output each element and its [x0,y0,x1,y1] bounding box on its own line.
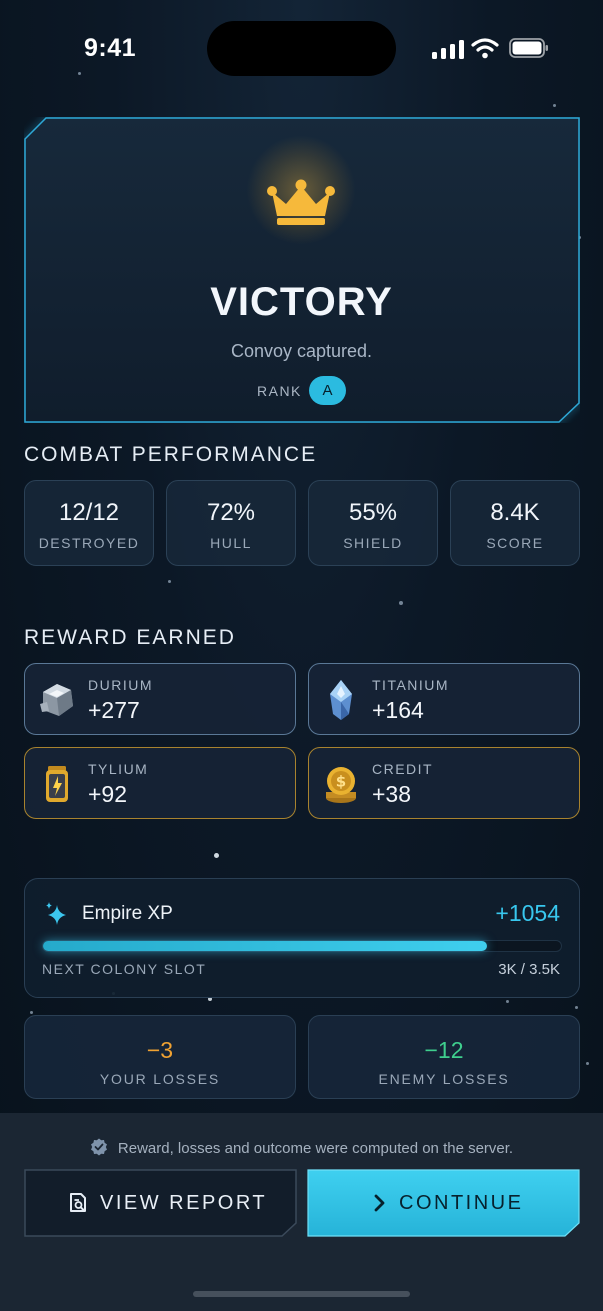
continue-button[interactable]: CONTINUE [307,1169,580,1237]
status-bar: 9:41 [0,0,603,96]
reward-titanium: TITANIUM +164 [308,663,580,735]
titanium-crystal-icon [330,680,352,720]
loss-value: −3 [146,1037,174,1063]
server-note: Reward, losses and outcome were computed… [0,1138,603,1157]
enemy-losses-card: −12 ENEMY LOSSES [308,1015,580,1099]
reward-durium: DURIUM +277 [24,663,296,735]
result-title: VICTORY [210,280,393,324]
battery-icon [509,38,548,58]
reward-earned-title: REWARD EARNED [24,626,236,649]
stat-score: 8.4K SCORE [450,480,580,566]
server-note-text: Reward, losses and outcome were computed… [117,1140,514,1157]
stat-label: SHIELD [343,535,403,551]
durium-ore-icon [40,684,73,716]
home-indicator[interactable] [193,1291,410,1297]
your-losses-card: −3 YOUR LOSSES [24,1015,296,1099]
stat-label: SCORE [486,535,544,551]
stat-shield: 55% SHIELD [308,480,438,566]
stat-value: 72% [206,499,256,526]
stat-label: DESTROYED [38,535,140,551]
reward-amount: +38 [372,781,412,807]
rank-badge: A [309,376,346,405]
svg-text:$: $ [336,773,346,791]
chevron-right-icon [374,1194,385,1212]
xp-progress-bar [42,940,562,952]
stat-value: 55% [348,499,398,526]
loss-label: ENEMY LOSSES [378,1071,510,1087]
stat-label: HULL [210,535,252,551]
reward-name: CREDIT [372,761,434,777]
continue-label: CONTINUE [399,1192,524,1214]
status-time: 9:41 [84,34,137,62]
combat-performance-title: COMBAT PERFORMANCE [24,443,318,466]
reward-name: TYLIUM [88,761,149,777]
sparkle-icon [46,902,66,925]
xp-gain: +1054 [495,900,560,926]
xp-progress-label: NEXT COLONY SLOT [42,961,207,977]
reward-amount: +277 [88,697,140,723]
rank-label: RANK [257,383,302,399]
view-report-button[interactable]: VIEW REPORT [24,1169,297,1237]
reward-tylium: TYLIUM +92 [24,747,296,819]
reward-name: DURIUM [88,677,153,693]
reward-credit: $ CREDIT +38 [308,747,580,819]
reward-amount: +164 [372,697,424,723]
report-document-icon [70,1193,86,1212]
wifi-icon [471,38,499,59]
empire-xp-card: Empire XP +1054 NEXT COLONY SLOT 3K / 3.… [24,878,580,998]
reward-name: TITANIUM [372,677,450,693]
crown-icon [267,179,335,225]
credit-coin-icon: $ [326,767,356,803]
result-subtitle: Convoy captured. [230,341,373,361]
loss-value: −12 [424,1037,464,1063]
xp-progress-fill [43,941,487,951]
xp-title: Empire XP [82,903,173,924]
stat-hull: 72% HULL [166,480,296,566]
stat-value: 12/12 [58,499,120,526]
tylium-canister-icon [46,766,68,802]
loss-label: YOUR LOSSES [99,1071,221,1087]
xp-progress-text: 3K / 3.5K [498,961,560,978]
cellular-signal-icon [432,39,464,59]
reward-amount: +92 [88,781,128,807]
verified-badge-icon [90,1138,107,1156]
stat-value: 8.4K [490,499,540,526]
stat-destroyed: 12/12 DESTROYED [24,480,154,566]
view-report-label: VIEW REPORT [100,1192,268,1214]
dynamic-island [207,21,396,76]
